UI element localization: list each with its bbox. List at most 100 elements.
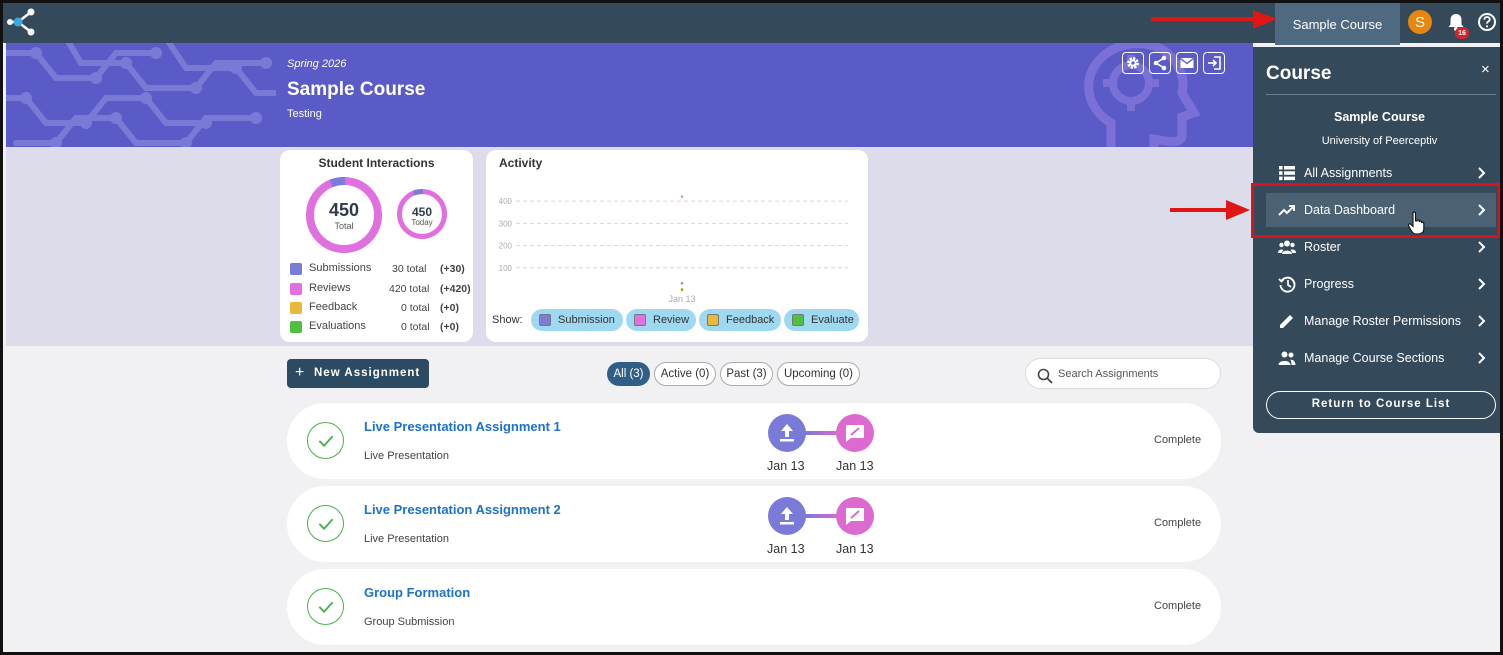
plus-icon: + bbox=[295, 364, 306, 381]
chevron-right-icon bbox=[1478, 315, 1486, 327]
assignment-row[interactable]: Group Formation Group Submission Complet… bbox=[287, 569, 1221, 645]
data-point-evaluate bbox=[680, 288, 684, 292]
legend-name: Reviews bbox=[309, 282, 351, 294]
chevron-right-icon bbox=[1478, 278, 1486, 290]
mail-icon bbox=[1180, 57, 1194, 68]
review-step[interactable] bbox=[836, 414, 874, 452]
filter-upcoming[interactable]: Upcoming (0) bbox=[777, 362, 860, 386]
chevron-right-icon bbox=[1478, 352, 1486, 364]
panel-title: Course bbox=[1266, 63, 1332, 84]
upload-icon bbox=[780, 424, 794, 442]
annotation-arrow-dashboard bbox=[1170, 200, 1250, 220]
login-icon bbox=[1208, 56, 1221, 70]
chip-label: Evaluate bbox=[811, 314, 854, 326]
assignment-type: Group Submission bbox=[364, 616, 455, 628]
user-avatar[interactable]: S bbox=[1408, 10, 1432, 34]
total-interactions-label: Total bbox=[334, 221, 354, 231]
y-tick-label: 400 bbox=[499, 197, 513, 206]
review-step[interactable] bbox=[836, 497, 874, 535]
submission-date: Jan 13 bbox=[767, 542, 805, 556]
legend-name: Feedback bbox=[309, 301, 358, 313]
legend-swatch bbox=[290, 283, 302, 295]
new-assignment-button[interactable]: + New Assignment bbox=[287, 359, 429, 388]
check-circle-icon bbox=[307, 505, 344, 542]
gear-icon bbox=[1127, 57, 1139, 69]
assignment-status: Complete bbox=[1154, 600, 1202, 612]
upload-icon bbox=[780, 507, 794, 525]
menu-item-label: Roster bbox=[1304, 240, 1341, 254]
new-assignment-label: New Assignment bbox=[314, 367, 421, 379]
annotation-highlight-box bbox=[1251, 183, 1500, 238]
search-box bbox=[1025, 358, 1221, 389]
share-button[interactable] bbox=[1149, 52, 1171, 74]
submission-date: Jan 13 bbox=[767, 459, 805, 473]
course-term: Spring 2026 bbox=[287, 58, 347, 70]
today-interactions-label: Today bbox=[411, 218, 433, 227]
course-side-panel: Course × Sample Course University of Pee… bbox=[1253, 47, 1500, 433]
filter-all[interactable]: All (3) bbox=[607, 362, 650, 386]
submission-step[interactable] bbox=[768, 414, 806, 452]
legend-total: 0 total bbox=[401, 321, 430, 333]
filter-chip-evaluate[interactable]: Evaluate bbox=[784, 309, 859, 331]
assignment-row[interactable]: Live Presentation Assignment 1 Live Pres… bbox=[287, 403, 1221, 479]
filter-chip-submission[interactable]: Submission bbox=[531, 309, 623, 331]
assignment-title-link[interactable]: Live Presentation Assignment 1 bbox=[364, 419, 561, 434]
notification-count-badge: 16 bbox=[1455, 27, 1469, 39]
search-assignments-input[interactable] bbox=[1058, 365, 1208, 383]
assignment-row[interactable]: Live Presentation Assignment 2 Live Pres… bbox=[287, 486, 1221, 562]
return-to-course-list-button[interactable]: Return to Course List bbox=[1266, 391, 1496, 419]
legend-name: Evaluations bbox=[309, 320, 366, 332]
assignment-title-link[interactable]: Group Formation bbox=[364, 585, 470, 600]
panel-divider bbox=[1266, 94, 1496, 95]
assignment-title-link[interactable]: Live Presentation Assignment 2 bbox=[364, 502, 561, 517]
menu-item-label: Manage Roster Permissions bbox=[1304, 314, 1462, 328]
app-logo-icon[interactable] bbox=[7, 7, 37, 37]
filter-past[interactable]: Past (3) bbox=[720, 362, 773, 386]
help-icon[interactable] bbox=[1477, 12, 1497, 32]
chip-swatch bbox=[792, 314, 804, 326]
app-window: Sample Course S 16 Spring 2026 Sample Co… bbox=[0, 0, 1503, 655]
legend-total: 420 total bbox=[389, 283, 430, 295]
menu-item-manage-roster-permissions[interactable]: Manage Roster Permissions bbox=[1266, 304, 1496, 338]
menu-item-manage-course-sections[interactable]: Manage Course Sections bbox=[1266, 341, 1496, 375]
legend-swatch bbox=[290, 263, 302, 275]
data-point-submission bbox=[680, 282, 684, 285]
student-interactions-card: Student Interactions 450 Total 450 Today… bbox=[280, 150, 473, 342]
search-icon bbox=[1037, 368, 1053, 384]
legend-total: 30 total bbox=[392, 263, 427, 275]
email-button[interactable] bbox=[1176, 52, 1198, 74]
filter-active[interactable]: Active (0) bbox=[654, 362, 716, 386]
enter-course-button[interactable] bbox=[1203, 52, 1225, 74]
data-point-review bbox=[680, 195, 684, 198]
filter-chip-feedback[interactable]: Feedback bbox=[699, 309, 781, 331]
legend-total: 0 total bbox=[401, 302, 430, 314]
activity-chart: 400 300 200 100 Jan 13 bbox=[499, 195, 848, 304]
people-icon bbox=[1278, 240, 1296, 254]
activity-title: Activity bbox=[499, 156, 543, 170]
legend-row-evaluations: Evaluations 0 total (+0) bbox=[290, 319, 465, 335]
settings-button[interactable] bbox=[1122, 52, 1144, 74]
chip-swatch bbox=[634, 314, 646, 326]
review-date: Jan 13 bbox=[836, 542, 874, 556]
legend-swatch bbox=[290, 321, 302, 333]
course-title: Sample Course bbox=[287, 79, 426, 100]
check-circle-icon bbox=[307, 588, 344, 625]
filter-chip-review[interactable]: Review bbox=[626, 309, 696, 331]
close-icon[interactable]: × bbox=[1481, 61, 1490, 78]
interactions-title: Student Interactions bbox=[318, 156, 435, 170]
review-icon bbox=[846, 508, 864, 525]
legend-name: Submissions bbox=[309, 262, 372, 274]
y-tick-label: 100 bbox=[499, 264, 513, 273]
chevron-right-icon bbox=[1478, 241, 1486, 253]
legend-delta: (+0) bbox=[440, 321, 459, 333]
legend-swatch bbox=[290, 302, 302, 314]
menu-item-label: Manage Course Sections bbox=[1304, 351, 1445, 365]
course-menu-button[interactable]: Sample Course bbox=[1275, 3, 1400, 45]
chevron-right-icon bbox=[1478, 167, 1486, 179]
assignment-status: Complete bbox=[1154, 517, 1202, 529]
course-banner bbox=[6, 43, 1253, 147]
menu-item-progress[interactable]: Progress bbox=[1266, 267, 1496, 301]
chip-swatch bbox=[539, 314, 551, 326]
submission-step[interactable] bbox=[768, 497, 806, 535]
chip-label: Review bbox=[653, 314, 690, 326]
